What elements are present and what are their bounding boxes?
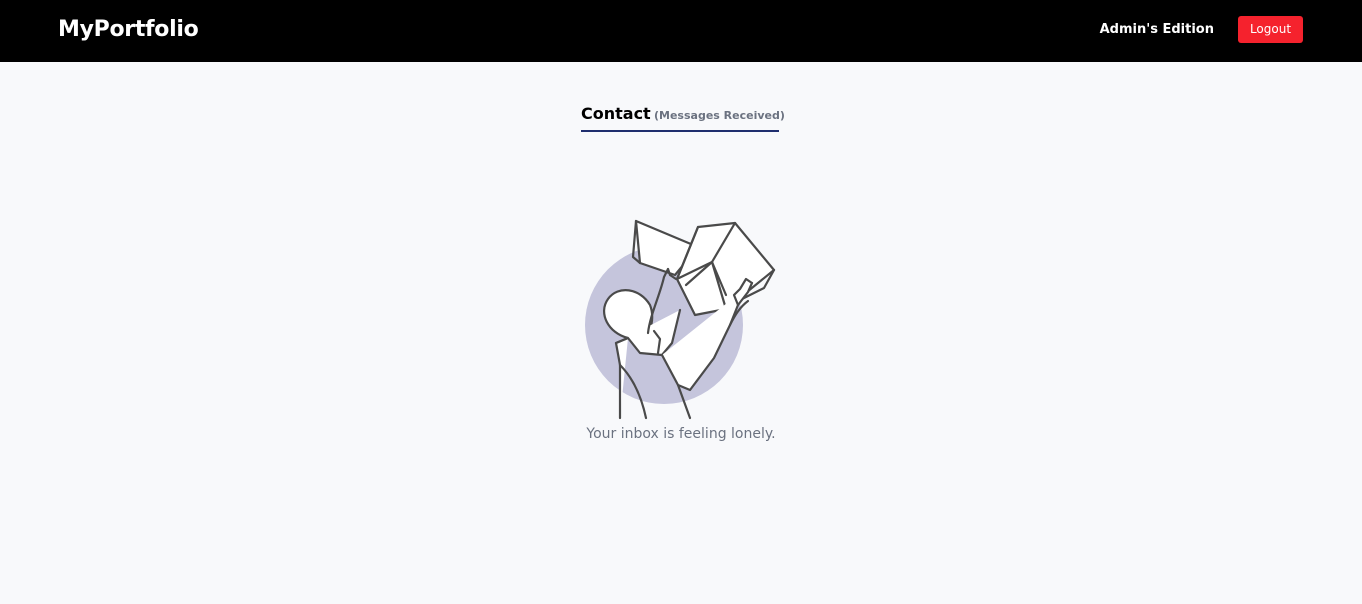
admin-edition-label: Admin's Edition — [1099, 22, 1214, 37]
person-opening-box-icon — [585, 219, 776, 420]
logout-button[interactable]: Logout — [1238, 16, 1303, 43]
empty-inbox-illustration — [580, 215, 780, 421]
contact-tab-header[interactable]: Contact (Messages Received) — [581, 104, 785, 132]
top-navbar: MyPortfolio Admin's Edition Logout — [0, 0, 1362, 62]
tab-subtitle: (Messages Received) — [654, 109, 785, 122]
empty-inbox-message: Your inbox is feeling lonely. — [586, 426, 776, 442]
tab-title: Contact — [581, 104, 651, 123]
brand-logo[interactable]: MyPortfolio — [58, 15, 199, 45]
